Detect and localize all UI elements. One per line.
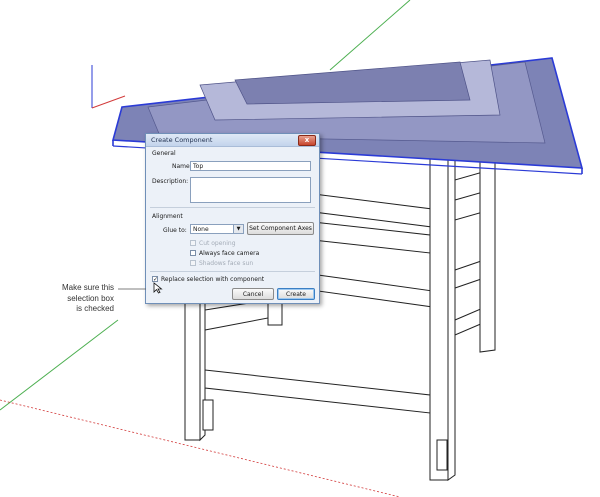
set-component-axes-button[interactable]: Set Component Axes bbox=[247, 222, 314, 235]
description-input[interactable] bbox=[190, 177, 311, 203]
section-divider bbox=[150, 207, 315, 208]
replace-selection-label: Replace selection with component bbox=[161, 276, 265, 283]
glue-to-label: Glue to: bbox=[163, 227, 187, 234]
dropdown-arrow-icon[interactable]: ▼ bbox=[233, 225, 243, 233]
green-axis-upper bbox=[329, 0, 411, 71]
general-section-label: General bbox=[152, 150, 176, 157]
callout-line-2: selection box bbox=[67, 293, 114, 303]
create-component-dialog[interactable]: Create Component x General Name: Top Des… bbox=[145, 133, 320, 304]
callout-leader-line bbox=[118, 288, 146, 290]
cancel-button[interactable]: Cancel bbox=[232, 288, 274, 300]
callout-line-3: is checked bbox=[76, 304, 114, 313]
dialog-titlebar[interactable]: Create Component x bbox=[146, 134, 319, 147]
instruction-callout: Make sure this selection box is checked bbox=[30, 283, 114, 315]
cut-opening-checkbox[interactable] bbox=[190, 240, 196, 246]
glue-to-selected-value: None bbox=[193, 226, 209, 233]
dialog-title: Create Component bbox=[151, 136, 213, 144]
shadows-face-sun-label: Shadows face sun bbox=[199, 260, 254, 267]
alignment-section-label: Alignment bbox=[152, 213, 183, 220]
create-button[interactable]: Create bbox=[277, 288, 315, 300]
name-input-value: Top bbox=[193, 163, 204, 170]
close-icon[interactable]: x bbox=[298, 135, 316, 146]
always-face-camera-label: Always face camera bbox=[199, 250, 260, 257]
name-label: Name: bbox=[172, 163, 192, 170]
mouse-cursor-icon bbox=[153, 282, 163, 294]
shadows-face-sun-checkbox[interactable] bbox=[190, 260, 196, 266]
cut-opening-label: Cut opening bbox=[199, 240, 236, 247]
callout-line-1: Make sure this bbox=[61, 283, 114, 292]
glue-to-select[interactable]: None ▼ bbox=[190, 224, 244, 234]
green-axis-lower bbox=[0, 319, 119, 411]
name-input[interactable]: Top bbox=[190, 161, 311, 171]
red-axis-short bbox=[91, 95, 126, 109]
always-face-camera-checkbox[interactable] bbox=[190, 250, 196, 256]
section-divider-2 bbox=[150, 271, 315, 272]
sketchup-viewport[interactable]: Create Component x General Name: Top Des… bbox=[0, 0, 600, 497]
description-label: Description: bbox=[152, 178, 189, 185]
